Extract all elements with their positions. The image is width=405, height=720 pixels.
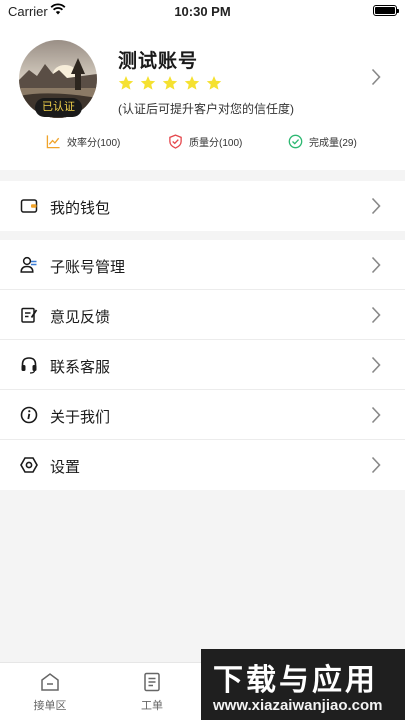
tab-label: 接单区: [33, 700, 67, 712]
settings-icon: [20, 457, 38, 473]
stat-completed: 完成量(29): [288, 134, 357, 149]
menu-item-label: 联系客服: [50, 359, 111, 376]
trend-chart-icon: [46, 135, 60, 149]
star-icon: [162, 76, 178, 90]
star-icon: [184, 76, 200, 90]
stat-quality-label: 质量分(100): [189, 138, 243, 149]
star-icon: [118, 76, 134, 90]
chevron-right-icon: [371, 406, 381, 424]
shield-icon: [169, 134, 182, 149]
stat-completed-label: 完成量(29): [309, 138, 357, 149]
check-circle-icon: [288, 134, 303, 149]
menu-item-label: 关于我们: [50, 409, 111, 426]
menu-item-customer-service[interactable]: 联系客服: [0, 340, 405, 390]
watermark: 下载与应用 www.xiazaiwanjiao.com: [201, 649, 405, 720]
menu-item-settings[interactable]: 设置: [0, 440, 405, 490]
stats-row: 效率分(100) 质量分(100) 完成量(29): [0, 134, 405, 158]
chevron-right-icon: [371, 197, 381, 215]
menu-section: 子账号管理 意见反馈 联系客服 关于我们 设置: [0, 240, 405, 490]
clock: 10:30 PM: [174, 4, 231, 19]
stat-quality: 质量分(100): [168, 134, 242, 149]
chevron-right-icon: [371, 306, 381, 324]
chevron-right-icon: [371, 456, 381, 474]
work-order-icon: [144, 672, 160, 692]
order-zone-icon: [41, 673, 59, 691]
menu-item-about[interactable]: 关于我们: [0, 390, 405, 440]
sub-account-icon: [20, 256, 37, 273]
tab-work-order[interactable]: 工单: [122, 671, 182, 713]
tab-order-zone[interactable]: 接单区: [20, 671, 80, 713]
star-icon: [140, 76, 156, 90]
chevron-right-icon[interactable]: [371, 68, 381, 86]
battery-icon: [373, 5, 399, 16]
feedback-icon: [21, 307, 38, 323]
stat-efficiency: 效率分(100): [46, 134, 120, 149]
profile-card[interactable]: 已认证 测试账号 (认证后可提升客户对您的信任度) 效率分(100) 质量分(1…: [0, 22, 405, 170]
chevron-right-icon: [371, 256, 381, 274]
wallet-icon: [20, 199, 38, 213]
status-bar: Carrier 10:30 PM: [0, 0, 405, 22]
chevron-right-icon: [371, 356, 381, 374]
user-name: 测试账号: [118, 51, 199, 72]
stat-efficiency-label: 效率分(100): [67, 138, 121, 149]
wallet-section: 我的钱包: [0, 181, 405, 231]
star-rating: [118, 75, 222, 91]
headset-icon: [21, 357, 37, 374]
verified-badge: 已认证: [35, 98, 82, 117]
info-icon: [20, 406, 38, 424]
star-icon: [206, 76, 222, 90]
menu-item-wallet[interactable]: 我的钱包: [0, 181, 405, 231]
watermark-url: www.xiazaiwanjiao.com: [213, 697, 383, 714]
menu-item-label: 意见反馈: [50, 309, 111, 326]
menu-item-label: 我的钱包: [50, 200, 111, 217]
watermark-title: 下载与应用: [213, 663, 378, 698]
menu-item-sub-accounts[interactable]: 子账号管理: [0, 240, 405, 290]
menu-item-label: 子账号管理: [50, 259, 126, 276]
menu-item-label: 设置: [50, 459, 81, 476]
tab-label: 工单: [141, 700, 163, 712]
verify-tip: (认证后可提升客户对您的信任度): [118, 102, 294, 116]
menu-item-feedback[interactable]: 意见反馈: [0, 290, 405, 340]
